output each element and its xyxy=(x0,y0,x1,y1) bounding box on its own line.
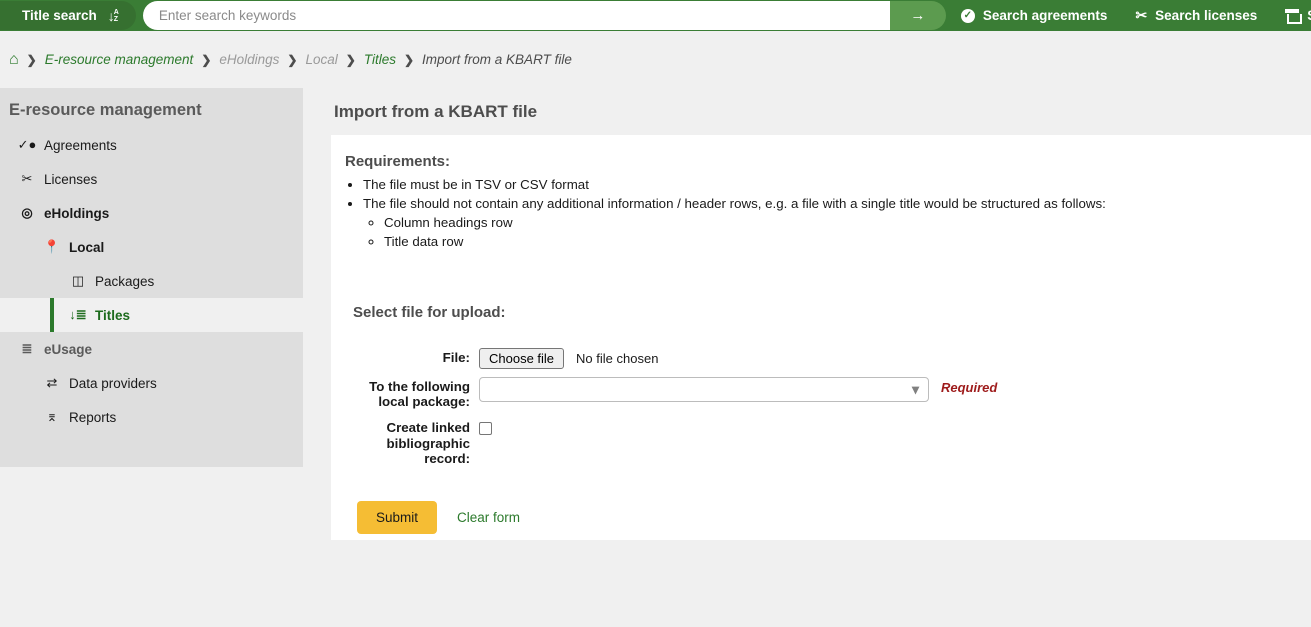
breadcrumb-item-local[interactable]: Local xyxy=(305,52,337,67)
breadcrumb-separator: ❯ xyxy=(201,53,211,67)
sidebar-item-eholdings[interactable]: ◎ eHoldings xyxy=(0,196,303,230)
requirement-subitem: Column headings row xyxy=(384,213,1311,232)
upload-form: File: Choose file No file chosen To the … xyxy=(344,348,1311,467)
sidebar-item-local[interactable]: 📍 Local xyxy=(0,230,303,264)
package-label: To the following local package: xyxy=(344,377,479,410)
sidebar-item-label: Licenses xyxy=(44,172,97,187)
submit-button[interactable]: Submit xyxy=(357,501,437,534)
header-links: ✓ Search agreements ✂ Search licenses Se xyxy=(947,0,1311,31)
sidebar-item-label: Data providers xyxy=(69,376,157,391)
package-box-icon: ◫ xyxy=(70,273,86,289)
sidebar-item-reports[interactable]: ⌆ Reports xyxy=(0,400,303,434)
main-content-panel: Import from a KBART file Requirements: T… xyxy=(331,88,1311,540)
header-link-label: Search licenses xyxy=(1155,8,1257,23)
sidebar-item-eusage[interactable]: ≣ eUsage xyxy=(0,332,303,366)
list-check-icon: ≣ xyxy=(19,341,35,357)
requirement-subitem: Title data row xyxy=(384,232,1311,251)
arrow-right-icon: → xyxy=(910,7,925,24)
title-search-button[interactable]: Title search ↓AZ xyxy=(0,1,136,30)
breadcrumb-separator: ❯ xyxy=(346,53,356,67)
linked-record-label: Create linked bibliographic record: xyxy=(344,418,479,467)
form-row-file: File: Choose file No file chosen xyxy=(344,348,1311,369)
sidebar-item-label: Titles xyxy=(95,308,130,323)
choose-file-button[interactable]: Choose file xyxy=(479,348,564,369)
breadcrumb-item-current: Import from a KBART file xyxy=(422,52,572,67)
breadcrumb-item-e-resource-management[interactable]: E-resource management xyxy=(45,52,194,67)
linked-record-control xyxy=(479,418,492,467)
home-icon[interactable]: ⌂ xyxy=(9,52,19,68)
sidebar-item-packages[interactable]: ◫ Packages xyxy=(0,264,303,298)
file-control: Choose file No file chosen xyxy=(479,348,658,369)
bar-chart-icon: ⌆ xyxy=(44,409,60,425)
sidebar-item-label: eHoldings xyxy=(44,206,109,221)
requirement-item: The file should not contain any addition… xyxy=(363,194,1311,251)
header-link-search-agreements[interactable]: ✓ Search agreements xyxy=(947,0,1122,31)
crosshair-icon: ◎ xyxy=(19,205,35,221)
form-row-package: To the following local package: ▾ Requir… xyxy=(344,377,1311,410)
file-status-text: No file chosen xyxy=(576,348,658,366)
form-row-linked-record: Create linked bibliographic record: xyxy=(344,418,1311,467)
sidebar-item-data-providers[interactable]: ⇄ Data providers xyxy=(0,366,303,400)
required-note: Required xyxy=(941,377,997,395)
check-circle-icon: ✓● xyxy=(19,137,35,153)
local-package-select[interactable]: ▾ xyxy=(479,377,929,402)
sidebar-item-licenses[interactable]: ✂ Licenses xyxy=(0,162,303,196)
sort-alpha-down-icon: ↓AZ xyxy=(108,9,119,23)
sidebar-item-label: Agreements xyxy=(44,138,117,153)
map-pin-icon: 📍 xyxy=(44,239,60,255)
search-submit-button[interactable]: → xyxy=(890,1,946,30)
check-circle-icon: ✓ xyxy=(961,9,975,23)
title-search-label: Title search xyxy=(22,8,97,23)
panel-body: Requirements: The file must be in TSV or… xyxy=(331,135,1311,534)
header-link-label: Search agreements xyxy=(983,8,1108,23)
requirements-list: The file must be in TSV or CSV format Th… xyxy=(344,175,1311,252)
search-input[interactable] xyxy=(143,1,903,30)
sidebar-item-label: Local xyxy=(69,240,104,255)
upload-heading: Select file for upload: xyxy=(353,304,1311,321)
breadcrumb-separator: ❯ xyxy=(287,53,297,67)
clear-form-button[interactable]: Clear form xyxy=(453,501,524,534)
breadcrumb-separator: ❯ xyxy=(27,53,37,67)
requirements-heading: Requirements: xyxy=(345,153,1311,170)
breadcrumb-separator: ❯ xyxy=(404,53,414,67)
gavel-icon: ✂ xyxy=(19,171,35,187)
header-link-label: Se xyxy=(1307,8,1311,23)
breadcrumb-item-titles[interactable]: Titles xyxy=(364,52,396,67)
breadcrumb: ⌂ ❯ E-resource management ❯ eHoldings ❯ … xyxy=(0,31,1311,88)
create-linked-record-checkbox[interactable] xyxy=(479,422,492,435)
gavel-icon: ✂ xyxy=(1135,7,1147,24)
sidebar-item-label: Packages xyxy=(95,274,154,289)
panel-header: Import from a KBART file xyxy=(331,88,1311,135)
sidebar-item-label: Reports xyxy=(69,410,116,425)
page-title: Import from a KBART file xyxy=(334,102,537,122)
header-link-search-packages[interactable]: Se xyxy=(1271,0,1311,31)
package-control: ▾ Required xyxy=(479,377,997,410)
form-actions: Submit Clear form xyxy=(357,501,1311,534)
breadcrumb-item-eholdings[interactable]: eHoldings xyxy=(219,52,279,67)
search-field-wrapper: → xyxy=(143,1,933,30)
requirement-sublist: Column headings row Title data row xyxy=(363,213,1311,251)
sidebar-item-titles[interactable]: ↓≣ Titles xyxy=(0,298,303,332)
file-label: File: xyxy=(344,348,479,369)
exchange-icon: ⇄ xyxy=(44,375,60,391)
package-box-icon xyxy=(1285,9,1299,22)
sidebar: E-resource management ✓● Agreements ✂ Li… xyxy=(0,88,303,467)
requirement-text: The file should not contain any addition… xyxy=(363,196,1106,211)
requirement-text: The file must be in TSV or CSV format xyxy=(363,177,589,192)
header-link-search-licenses[interactable]: ✂ Search licenses xyxy=(1121,0,1271,31)
sidebar-item-label: eUsage xyxy=(44,342,92,357)
chevron-down-icon: ▾ xyxy=(912,381,919,398)
sidebar-item-agreements[interactable]: ✓● Agreements xyxy=(0,128,303,162)
app-header: Title search ↓AZ → ✓ Search agreements ✂… xyxy=(0,0,1311,31)
sort-alpha-down-icon: ↓≣ xyxy=(70,307,86,323)
sidebar-title: E-resource management xyxy=(0,101,303,128)
requirement-item: The file must be in TSV or CSV format xyxy=(363,175,1311,194)
